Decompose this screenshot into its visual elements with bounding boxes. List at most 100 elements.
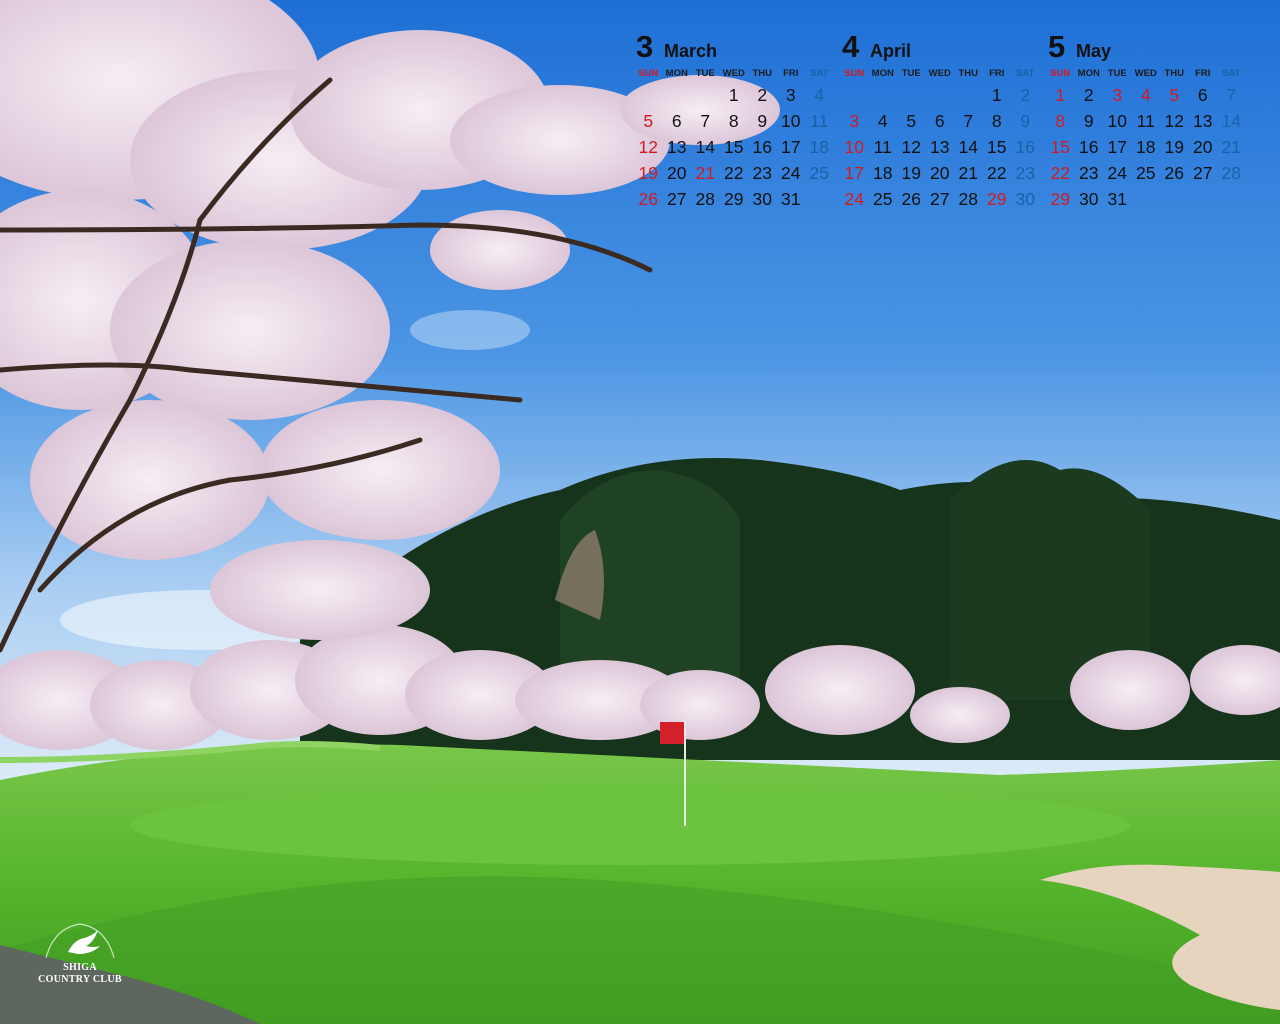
- day-cell: 25: [809, 163, 829, 183]
- day-cell: 17: [1107, 137, 1127, 157]
- day-cell: 22: [724, 163, 744, 183]
- empty-cell: [840, 82, 869, 108]
- day-cell: 5: [643, 111, 654, 131]
- empty-cell: [897, 82, 926, 108]
- day-cell: 2: [1083, 85, 1094, 105]
- day-cell: 12: [901, 137, 921, 157]
- logo-line2: COUNTRY CLUB: [38, 974, 122, 985]
- weekday-fri: FRI: [989, 68, 1005, 79]
- day-cell: 12: [1164, 111, 1184, 131]
- day-cell: 1: [991, 85, 1002, 105]
- weekday-mon: MON: [665, 68, 688, 79]
- empty-cell: [663, 82, 692, 108]
- day-cell: 6: [934, 111, 945, 131]
- weekday-sat: SAT: [810, 68, 829, 79]
- day-cell: 9: [1083, 111, 1094, 131]
- day-cell: 1: [728, 85, 739, 105]
- empty-cell: [691, 82, 720, 108]
- day-cell: 15: [1050, 137, 1070, 157]
- month-name: May: [1076, 41, 1112, 61]
- weekday-row: SUN MON TUE WED THU FRI SAT: [1046, 66, 1248, 82]
- day-cell: 21: [695, 163, 715, 183]
- month-name: March: [664, 41, 718, 61]
- weekday-sun: SUN: [844, 68, 865, 79]
- day-cell: 14: [958, 137, 978, 157]
- weekday-row: SUN MON TUE WED THU FRI SAT: [840, 66, 1042, 82]
- weekday-wed: WED: [1134, 68, 1157, 79]
- day-cell: 28: [695, 189, 715, 209]
- day-cell: 8: [728, 111, 739, 131]
- day-cell: 23: [752, 163, 772, 183]
- day-cell: 4: [1140, 85, 1151, 105]
- day-cell: 8: [991, 111, 1002, 131]
- day-cell: 18: [873, 163, 893, 183]
- day-cell: 8: [1055, 111, 1066, 131]
- day-cell: 10: [844, 137, 864, 157]
- month-header: 4 April: [840, 28, 1042, 66]
- weekday-sun: SUN: [638, 68, 659, 79]
- day-cell: 2: [757, 85, 768, 105]
- weekday-fri: FRI: [783, 68, 799, 79]
- club-logo: SHIGA COUNTRY CLUB: [24, 918, 136, 1010]
- weekday-tue: TUE: [901, 68, 921, 79]
- day-cell: 3: [785, 85, 796, 105]
- days-grid: 1 2 3 4 5 6 7 8 9 10 11 12 13 14 15 16 17 18 19 20 21 22 23 24 2…: [1046, 82, 1248, 212]
- day-cell: 27: [1193, 163, 1213, 183]
- day-cell: 1: [1055, 85, 1066, 105]
- calendar-march: 3 March SUN MON TUE WED THU FRI SAT 1234567891…: [634, 28, 836, 212]
- day-cell: 23: [1015, 163, 1035, 183]
- day-cell: 20: [930, 163, 950, 183]
- calendar-april: 4 April SUN MON TUE WED THU FRI SAT 1234567891…: [840, 28, 1042, 212]
- logo-line1: SHIGA: [63, 962, 97, 973]
- day-cell: 24: [844, 189, 864, 209]
- day-cell: 13: [667, 137, 687, 157]
- day-cell: 22: [1050, 163, 1070, 183]
- day-cell: 29: [987, 189, 1007, 209]
- day-cell: 17: [781, 137, 801, 157]
- day-cell: 30: [752, 189, 772, 209]
- day-cell: 25: [1136, 163, 1156, 183]
- weekday-mon: MON: [1077, 68, 1100, 79]
- day-cell: 4: [877, 111, 888, 131]
- month-number: 5: [1048, 29, 1066, 64]
- weekday-row: SUN MON TUE WED THU FRI SAT: [634, 66, 836, 82]
- day-cell: 19: [1164, 137, 1184, 157]
- month-number: 3: [636, 29, 654, 64]
- days-grid: 1 2 3 4 5 6 7 8 9 10 11 12 13 14 15 16 17 18 19 20 21 22 23 24 2…: [840, 82, 1042, 212]
- day-cell: 14: [695, 137, 715, 157]
- day-cell: 26: [1164, 163, 1184, 183]
- weekday-wed: WED: [722, 68, 745, 79]
- day-cell: 26: [901, 189, 921, 209]
- empty-cell: [926, 82, 955, 108]
- weekday-tue: TUE: [695, 68, 715, 79]
- day-cell: 24: [1107, 163, 1127, 183]
- day-cell: 28: [958, 189, 978, 209]
- day-cell: 3: [849, 111, 860, 131]
- weekday-fri: FRI: [1195, 68, 1211, 79]
- day-cell: 5: [906, 111, 917, 131]
- days-grid: 1 2 3 4 5 6 7 8 9 10 11 12 13 14 15 16 17 18 19 20 21 22 23 24 2…: [634, 82, 836, 212]
- day-cell: 2: [1020, 85, 1031, 105]
- day-cell: 9: [757, 111, 768, 131]
- day-cell: 7: [1226, 85, 1237, 105]
- day-cell: 6: [671, 111, 682, 131]
- weekday-sun: SUN: [1050, 68, 1071, 79]
- day-cell: 31: [781, 189, 801, 209]
- weekday-thu: THU: [752, 68, 773, 79]
- day-cell: 28: [1221, 163, 1241, 183]
- day-cell: 13: [930, 137, 950, 157]
- day-cell: 16: [752, 137, 772, 157]
- day-cell: 26: [638, 189, 658, 209]
- calendar-may: 5 May SUN MON TUE WED THU FRI SAT 1 2 3 4 5 6 7 8 9 10 1…: [1046, 28, 1248, 212]
- day-cell: 11: [810, 111, 829, 131]
- empty-cell: [634, 82, 663, 108]
- day-cell: 12: [638, 137, 658, 157]
- day-cell: 10: [1107, 111, 1127, 131]
- day-cell: 5: [1169, 85, 1180, 105]
- day-cell: 18: [809, 137, 829, 157]
- day-cell: 11: [1136, 111, 1155, 131]
- day-cell: 15: [724, 137, 744, 157]
- day-cell: 22: [987, 163, 1007, 183]
- month-number: 4: [842, 29, 860, 64]
- day-cell: 13: [1193, 111, 1213, 131]
